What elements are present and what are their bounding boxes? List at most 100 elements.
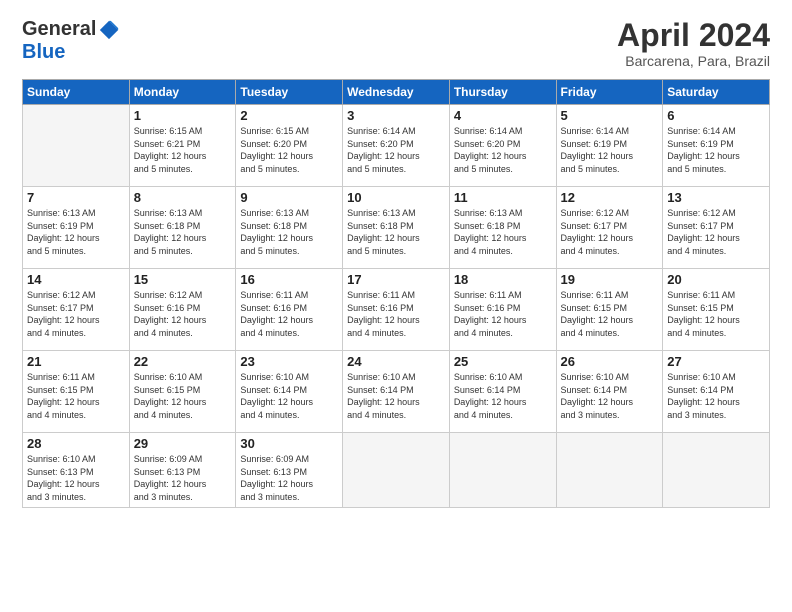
logo-general-text: General: [22, 18, 96, 41]
calendar-cell: [663, 433, 770, 507]
day-number: 12: [561, 190, 659, 205]
calendar-cell: 27 Sunrise: 6:10 AMSunset: 6:14 PMDayligh…: [663, 351, 770, 433]
day-info: Sunrise: 6:10 AMSunset: 6:14 PMDaylight:…: [454, 371, 552, 421]
calendar-cell: 6 Sunrise: 6:14 AMSunset: 6:19 PMDaylight…: [663, 105, 770, 187]
day-number: 13: [667, 190, 765, 205]
logo-icon: [98, 19, 120, 41]
calendar-cell: 9 Sunrise: 6:13 AMSunset: 6:18 PMDaylight…: [236, 187, 343, 269]
day-number: 10: [347, 190, 445, 205]
day-number: 6: [667, 108, 765, 123]
day-info: Sunrise: 6:12 AMSunset: 6:16 PMDaylight:…: [134, 289, 232, 339]
col-tuesday: Tuesday: [236, 80, 343, 105]
page: General Blue April 2024 Barcarena, Para,…: [0, 0, 792, 612]
day-number: 27: [667, 354, 765, 369]
day-number: 30: [240, 436, 338, 451]
calendar-cell: 5 Sunrise: 6:14 AMSunset: 6:19 PMDaylight…: [556, 105, 663, 187]
day-info: Sunrise: 6:13 AMSunset: 6:18 PMDaylight:…: [240, 207, 338, 257]
day-info: Sunrise: 6:10 AMSunset: 6:14 PMDaylight:…: [347, 371, 445, 421]
day-info: Sunrise: 6:11 AMSunset: 6:16 PMDaylight:…: [240, 289, 338, 339]
day-info: Sunrise: 6:14 AMSunset: 6:20 PMDaylight:…: [454, 125, 552, 175]
day-info: Sunrise: 6:13 AMSunset: 6:18 PMDaylight:…: [347, 207, 445, 257]
day-number: 18: [454, 272, 552, 287]
col-thursday: Thursday: [449, 80, 556, 105]
calendar-cell: 18 Sunrise: 6:11 AMSunset: 6:16 PMDayligh…: [449, 269, 556, 351]
day-number: 23: [240, 354, 338, 369]
subtitle: Barcarena, Para, Brazil: [617, 53, 770, 69]
calendar-header-row: Sunday Monday Tuesday Wednesday Thursday…: [23, 80, 770, 105]
day-info: Sunrise: 6:14 AMSunset: 6:19 PMDaylight:…: [667, 125, 765, 175]
calendar-cell: 11Sunrise: 6:13 AMSunset: 6:18 PMDayligh…: [449, 187, 556, 269]
header: General Blue April 2024 Barcarena, Para,…: [22, 18, 770, 69]
col-saturday: Saturday: [663, 80, 770, 105]
logo-blue-text: Blue: [22, 41, 65, 64]
calendar-cell: 7 Sunrise: 6:13 AMSunset: 6:19 PMDaylight…: [23, 187, 130, 269]
calendar-cell: 30 Sunrise: 6:09 AMSunset: 6:13 PMDayligh…: [236, 433, 343, 507]
day-info: Sunrise: 6:11 AMSunset: 6:16 PMDaylight:…: [454, 289, 552, 339]
calendar-cell: 2 Sunrise: 6:15 AMSunset: 6:20 PMDaylight…: [236, 105, 343, 187]
day-number: 7: [27, 190, 125, 205]
calendar-cell: 20Sunrise: 6:11 AMSunset: 6:15 PMDayligh…: [663, 269, 770, 351]
day-info: Sunrise: 6:13 AMSunset: 6:18 PMDaylight:…: [134, 207, 232, 257]
day-number: 29: [134, 436, 232, 451]
calendar-cell: 1 Sunrise: 6:15 AMSunset: 6:21 PMDaylight…: [129, 105, 236, 187]
day-number: 22: [134, 354, 232, 369]
calendar-cell: 12 Sunrise: 6:12 AMSunset: 6:17 PMDayligh…: [556, 187, 663, 269]
day-number: 25: [454, 354, 552, 369]
calendar-cell: 19 Sunrise: 6:11 AMSunset: 6:15 PMDayligh…: [556, 269, 663, 351]
day-info: Sunrise: 6:10 AMSunset: 6:13 PMDaylight:…: [27, 453, 125, 503]
calendar-cell: 23Sunrise: 6:10 AMSunset: 6:14 PMDayligh…: [236, 351, 343, 433]
calendar-cell: 13 Sunrise: 6:12 AMSunset: 6:17 PMDayligh…: [663, 187, 770, 269]
logo: General Blue: [22, 18, 120, 64]
day-info: Sunrise: 6:09 AMSunset: 6:13 PMDaylight:…: [240, 453, 338, 503]
calendar-cell: 14 Sunrise: 6:12 AMSunset: 6:17 PMDayligh…: [23, 269, 130, 351]
day-number: 2: [240, 108, 338, 123]
calendar-cell: 8 Sunrise: 6:13 AMSunset: 6:18 PMDaylight…: [129, 187, 236, 269]
day-info: Sunrise: 6:13 AMSunset: 6:19 PMDaylight:…: [27, 207, 125, 257]
calendar-cell: 25 Sunrise: 6:10 AMSunset: 6:14 PMDayligh…: [449, 351, 556, 433]
calendar-cell: 22 Sunrise: 6:10 AMSunset: 6:15 PMDayligh…: [129, 351, 236, 433]
day-info: Sunrise: 6:13 AMSunset: 6:18 PMDaylight:…: [454, 207, 552, 257]
day-number: 3: [347, 108, 445, 123]
calendar-cell: 29 Sunrise: 6:09 AMSunset: 6:13 PMDayligh…: [129, 433, 236, 507]
col-friday: Friday: [556, 80, 663, 105]
day-info: Sunrise: 6:11 AMSunset: 6:15 PMDaylight:…: [561, 289, 659, 339]
calendar-cell: 16 Sunrise: 6:11 AMSunset: 6:16 PMDayligh…: [236, 269, 343, 351]
day-info: Sunrise: 6:10 AMSunset: 6:14 PMDaylight:…: [561, 371, 659, 421]
day-number: 4: [454, 108, 552, 123]
day-number: 1: [134, 108, 232, 123]
col-sunday: Sunday: [23, 80, 130, 105]
day-info: Sunrise: 6:09 AMSunset: 6:13 PMDaylight:…: [134, 453, 232, 503]
calendar-cell: 24Sunrise: 6:10 AMSunset: 6:14 PMDayligh…: [343, 351, 450, 433]
day-info: Sunrise: 6:11 AMSunset: 6:15 PMDaylight:…: [27, 371, 125, 421]
calendar: Sunday Monday Tuesday Wednesday Thursday…: [22, 79, 770, 507]
day-info: Sunrise: 6:10 AMSunset: 6:15 PMDaylight:…: [134, 371, 232, 421]
day-info: Sunrise: 6:14 AMSunset: 6:20 PMDaylight:…: [347, 125, 445, 175]
day-number: 26: [561, 354, 659, 369]
day-number: 5: [561, 108, 659, 123]
col-wednesday: Wednesday: [343, 80, 450, 105]
day-number: 9: [240, 190, 338, 205]
calendar-cell: 4 Sunrise: 6:14 AMSunset: 6:20 PMDaylight…: [449, 105, 556, 187]
calendar-cell: 26 Sunrise: 6:10 AMSunset: 6:14 PMDayligh…: [556, 351, 663, 433]
day-info: Sunrise: 6:11 AMSunset: 6:15 PMDaylight:…: [667, 289, 765, 339]
day-number: 14: [27, 272, 125, 287]
calendar-cell: 15Sunrise: 6:12 AMSunset: 6:16 PMDayligh…: [129, 269, 236, 351]
day-info: Sunrise: 6:15 AMSunset: 6:20 PMDaylight:…: [240, 125, 338, 175]
calendar-cell: 10 Sunrise: 6:13 AMSunset: 6:18 PMDayligh…: [343, 187, 450, 269]
month-title: April 2024: [617, 18, 770, 53]
day-info: Sunrise: 6:12 AMSunset: 6:17 PMDaylight:…: [561, 207, 659, 257]
day-number: 19: [561, 272, 659, 287]
calendar-cell: 28Sunrise: 6:10 AMSunset: 6:13 PMDayligh…: [23, 433, 130, 507]
title-area: April 2024 Barcarena, Para, Brazil: [617, 18, 770, 69]
calendar-cell: 21Sunrise: 6:11 AMSunset: 6:15 PMDayligh…: [23, 351, 130, 433]
day-info: Sunrise: 6:10 AMSunset: 6:14 PMDaylight:…: [667, 371, 765, 421]
calendar-cell: [343, 433, 450, 507]
day-info: Sunrise: 6:12 AMSunset: 6:17 PMDaylight:…: [27, 289, 125, 339]
day-info: Sunrise: 6:11 AMSunset: 6:16 PMDaylight:…: [347, 289, 445, 339]
day-number: 8: [134, 190, 232, 205]
day-number: 16: [240, 272, 338, 287]
day-info: Sunrise: 6:12 AMSunset: 6:17 PMDaylight:…: [667, 207, 765, 257]
day-info: Sunrise: 6:15 AMSunset: 6:21 PMDaylight:…: [134, 125, 232, 175]
calendar-cell: [23, 105, 130, 187]
day-info: Sunrise: 6:14 AMSunset: 6:19 PMDaylight:…: [561, 125, 659, 175]
